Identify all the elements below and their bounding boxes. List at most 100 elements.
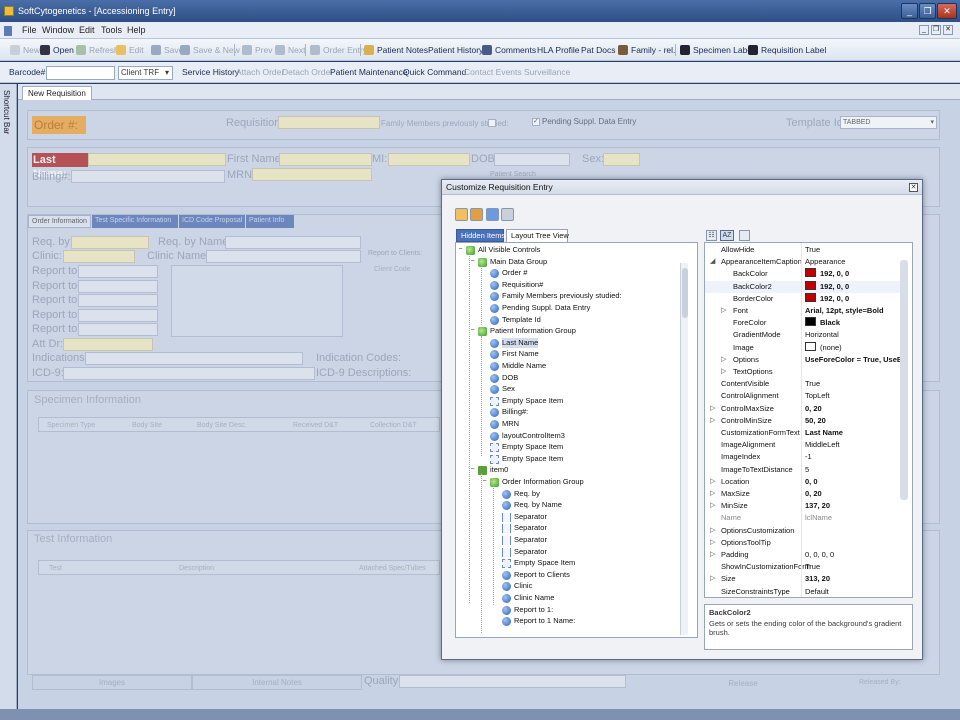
family-prev-checkbox[interactable] [488,119,496,127]
tree-node[interactable]: Template Id [502,315,541,325]
tree-node[interactable]: layoutControlItem3 [502,431,565,441]
patient-maintenance-link[interactable]: Patient Maintenance [330,67,408,78]
tree-node[interactable]: Sex [502,384,515,394]
undo-icon[interactable] [486,208,499,221]
internal-notes-button[interactable]: Internal Notes [192,675,362,690]
property-value[interactable]: 192, 0, 0 [805,268,849,280]
att-dr-input[interactable] [63,338,153,351]
sort-alpha-icon[interactable]: AZ [720,230,734,241]
property-row[interactable]: Image (none) [705,341,901,354]
tree-node[interactable]: Pending Suppl. Data Entry [502,303,590,313]
release-button[interactable]: Release [658,677,828,692]
property-value[interactable]: 5 [805,464,809,476]
property-row[interactable]: ContentVisible True [705,378,901,390]
toolbar-pat-docs-button[interactable]: Pat Docs [581,43,616,57]
property-value[interactable]: -1 [805,451,812,463]
property-row[interactable]: ▷ ControlMinSize 50, 20 [705,415,901,427]
last-name-input[interactable] [88,153,226,166]
clinic-input[interactable] [63,250,135,263]
categorized-icon[interactable]: ☷ [706,230,717,241]
property-value[interactable]: True [805,244,820,256]
tree-expander[interactable]: − [481,478,488,486]
property-grid-scrollbar[interactable] [900,260,908,500]
menu-tools[interactable]: Tools [101,22,122,39]
requisition-input[interactable] [278,116,380,129]
tab-icd-code[interactable]: ICD Code Proposal [179,215,245,228]
property-value[interactable]: 313, 20 [805,573,830,585]
tree-node[interactable]: Clinic Name [514,593,554,603]
property-row[interactable]: BackColor2 192, 0, 0 [705,280,901,293]
property-row[interactable]: ▷ MinSize 137, 20 [705,500,901,512]
tree-expander[interactable]: − [457,246,464,254]
toolbar-save-button[interactable]: Save [151,43,183,57]
tree-node[interactable]: Req. by [514,489,540,499]
mrn-input[interactable] [252,168,372,181]
close-button[interactable]: ✕ [937,3,957,19]
menu-file[interactable]: File [22,22,37,39]
tree-node[interactable]: Order Information Group [502,477,584,487]
images-button[interactable]: Images [32,675,192,690]
tree-node[interactable]: Billing#: [502,407,528,417]
attach-order-link[interactable]: Attach Order [236,67,284,78]
property-row[interactable]: Name lclName [705,512,901,524]
tree-node[interactable]: Family Members previously studied: [502,291,622,301]
property-value[interactable]: TopLeft [805,390,830,402]
tree-node[interactable]: Req. by Name [514,500,562,510]
tree-node[interactable]: MRN [502,419,519,429]
property-row[interactable]: ◢ AppearanceItemCaption Appearance [705,256,901,268]
template-id-dropdown[interactable]: TABBED ▾ [840,116,937,129]
tree-node[interactable]: Separator [514,523,547,533]
property-row[interactable]: SizeConstraintsType Default [705,586,901,597]
property-value[interactable]: Horizontal [805,329,839,341]
req-by-name-input[interactable] [225,236,361,249]
req-by-input[interactable] [71,236,149,249]
property-row[interactable]: ▷ Size 313, 20 [705,573,901,585]
property-value[interactable]: 50, 20 [805,415,826,427]
toolbar-new-button[interactable]: New [10,43,40,57]
report-to-input-2[interactable] [78,280,158,293]
billing-input[interactable] [71,170,225,183]
property-value[interactable]: 192, 0, 0 [805,280,849,293]
tree-node[interactable]: Main Data Group [490,257,547,267]
property-value[interactable]: True [805,378,820,390]
tree-node[interactable]: All Visible Controls [478,245,540,255]
mi-input[interactable] [388,153,470,166]
tree-node[interactable]: Report to Clients [514,570,570,580]
tab-patient-info[interactable]: Patient Info [246,215,294,228]
icd9-input[interactable] [63,367,315,380]
property-row[interactable]: ▷ Padding 0, 0, 0, 0 [705,549,901,561]
tab-new-requisition[interactable]: New Requisition [22,86,92,100]
tree-expander[interactable]: − [469,466,476,474]
tree-node[interactable]: Separator [514,512,547,522]
property-row[interactable]: BorderColor 192, 0, 0 [705,292,901,305]
toolbar-refresh-button[interactable]: Refresh [76,43,119,57]
tree-expander[interactable]: − [469,258,476,266]
property-value[interactable]: True [805,561,820,573]
quick-command-link[interactable]: Quick Command [403,67,466,78]
tree-node[interactable]: Empty Space Item [514,558,575,568]
redo-icon[interactable] [501,208,514,221]
tree-node[interactable]: Report to 1 Name: [514,616,575,626]
property-row[interactable]: ▷ OptionsToolTip [705,537,901,549]
patient-search-button[interactable]: Patient Search [490,171,536,178]
property-value[interactable]: (none) [805,341,842,354]
toolbar-requisition-label-button[interactable]: Requisition Label [748,43,826,57]
property-row[interactable]: ▷ MaxSize 0, 20 [705,488,901,500]
tab-hidden-items[interactable]: Hidden Items [456,229,505,242]
toolbar-edit-button[interactable]: Edit [116,43,144,57]
toolbar-patient-history-button[interactable]: Patient History [428,43,483,57]
tree-node[interactable]: Separator [514,535,547,545]
menu-edit[interactable]: Edit [79,22,95,39]
dob-input[interactable] [494,153,570,166]
toolbar-prev-button[interactable]: Prev [242,43,272,57]
property-value[interactable]: Last Name [805,427,843,439]
property-value[interactable]: 0, 20 [805,488,822,500]
property-row[interactable]: ▷ Location 0, 0 [705,476,901,488]
property-value[interactable]: Appearance [805,256,845,268]
property-row[interactable]: BackColor 192, 0, 0 [705,268,901,280]
client-trf-dropdown[interactable]: Client TRF ▾ [118,66,173,80]
property-value[interactable]: 0, 0, 0, 0 [805,549,834,561]
toolbar-family-rel-button[interactable]: Family - rel. [618,43,675,57]
property-value[interactable]: 137, 20 [805,500,830,512]
property-value[interactable]: Arial, 12pt, style=Bold [805,305,884,317]
